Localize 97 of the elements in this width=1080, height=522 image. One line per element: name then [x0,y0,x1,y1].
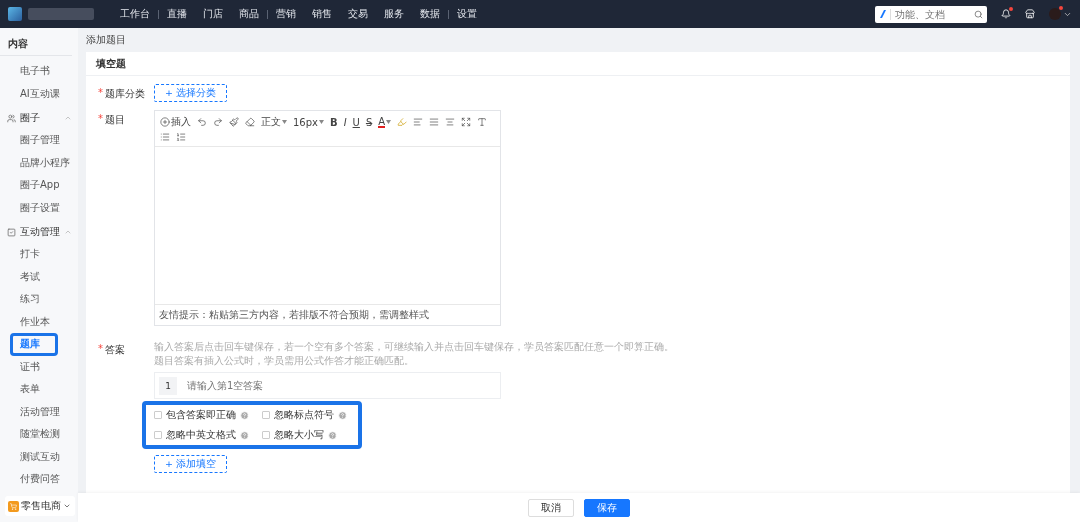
nav-link[interactable]: 营销 [268,7,304,21]
insert-button[interactable]: 插入 [160,115,191,129]
highlighter-icon[interactable] [397,117,408,127]
sidebar-item[interactable]: 付费问答 [0,468,78,491]
help-icon [328,430,337,440]
field-label: 题库分类 [105,87,146,101]
required-mark: * [98,112,103,124]
nav-link[interactable]: 直播 [159,7,195,21]
answer-field[interactable]: 1 请输入第1空答案 [154,372,501,399]
sidebar-item[interactable]: 表单 [0,378,78,401]
checkbox[interactable] [154,411,162,419]
sidebar-heading: 内容 [0,28,72,56]
store-switcher[interactable]: 零售电商 [5,496,75,516]
nav-link[interactable]: 门店 [195,7,231,21]
font-size-dropdown[interactable]: 16px [293,116,324,128]
nav-link[interactable]: 服务 [376,7,412,21]
nav-link[interactable]: 数据 [412,7,448,21]
field-label: 答案 [105,343,126,357]
caret-icon [319,120,324,124]
sidebar-item[interactable]: 考试 [0,265,78,288]
option-checkbox[interactable]: 忽略大小写 [262,428,354,442]
sidebar-item[interactable]: 圈子管理 [0,129,78,152]
save-button[interactable]: 保存 [584,498,630,517]
sidebar-item[interactable]: 随堂检测 [0,423,78,446]
numbered-list-icon[interactable] [176,132,186,142]
sidebar-item[interactable]: 作业本 [0,310,78,333]
sidebar-item[interactable]: 圈子App [0,174,78,197]
sidebar-item[interactable]: 证书 [0,355,78,378]
font-color-button[interactable]: A [378,116,392,128]
add-blank-button[interactable]: + 添加填空 [154,455,227,473]
bell-icon[interactable] [1001,9,1011,19]
search-field[interactable]: 功能、文档 [875,5,987,23]
underline-button[interactable]: U [352,116,360,128]
blank-number: 1 [159,376,177,395]
cancel-button[interactable]: 取消 [528,498,574,517]
sidebar-item[interactable]: AI互动课 [0,82,78,105]
nav-link[interactable]: 设置 [449,7,485,21]
required-mark: * [98,342,103,354]
sidebar-item[interactable]: 品牌小程序 [0,151,78,174]
search-icon [974,9,983,19]
logo-icon [8,7,22,21]
line-height-icon[interactable] [445,117,456,127]
align-left-icon[interactable] [413,117,424,127]
nav-link[interactable]: 工作台 [112,7,158,21]
editor-hint: 友情提示：粘贴第三方内容，若排版不符合预期，需调整样式 [155,304,500,325]
cart-icon [8,500,19,512]
caret-icon [282,120,287,124]
eraser-icon[interactable] [245,117,255,127]
fullscreen-icon[interactable] [461,117,472,127]
people-icon [7,113,16,123]
checkbox[interactable] [154,431,162,439]
rich-text-editor[interactable]: 插入 正文 16px B I U S A 友情提示：粘贴第三方内容，若排版不符合预期，需调整样式 [154,110,501,326]
strikethrough-button[interactable]: S [365,116,373,128]
option-checkbox[interactable]: 忽略标点符号 [262,408,354,422]
plus-circle-icon [160,117,170,127]
field-label: 题目 [105,113,126,127]
indent-icon[interactable] [429,117,440,127]
text-style-icon[interactable] [477,117,488,127]
help-icon [240,410,249,420]
sidebar-item[interactable]: 题库 [10,333,58,356]
redacted-name [28,8,94,20]
chevron-up-icon [64,114,72,122]
paragraph-dropdown[interactable]: 正文 [261,115,287,129]
caret-icon [386,120,392,124]
brush-icon[interactable] [229,117,239,127]
option-checkbox[interactable]: 忽略中英文格式 [154,428,262,442]
nav-link[interactable]: 销售 [304,7,340,21]
italic-button[interactable]: I [343,116,347,128]
sidebar-group[interactable]: 互动管理 [0,221,78,243]
answer-hint: 题目答案有插入公式时，学员需用公式作答才能正确匹配。 [154,354,415,368]
checkbox-icon [7,227,16,237]
chevron-up-icon [64,228,72,236]
option-checkbox[interactable]: 包含答案即正确 [154,408,262,422]
bold-button[interactable]: B [330,116,338,128]
breadcrumb: 添加题目 [85,33,127,47]
redo-icon[interactable] [213,117,223,127]
logo-icon [879,10,886,18]
sidebar-item[interactable]: 测试互动 [0,445,78,468]
select-category-button[interactable]: + 选择分类 [154,84,227,102]
bullet-list-icon[interactable] [160,132,170,142]
nav-link[interactable]: 商品 [231,7,267,21]
card-title: 填空题 [86,52,1070,76]
help-icon [338,410,347,420]
undo-icon[interactable] [197,117,207,127]
checkbox[interactable] [262,431,270,439]
sidebar-item[interactable]: 打卡 [0,243,78,266]
sidebar-group[interactable]: 圈子 [0,107,78,129]
help-icon [240,430,249,440]
sidebar-item[interactable]: 圈子设置 [0,196,78,219]
store-icon[interactable] [1025,9,1035,19]
required-mark: * [98,86,103,98]
nav-link[interactable]: 交易 [340,7,376,21]
sidebar-item[interactable]: 电子书 [0,60,78,83]
checkbox[interactable] [262,411,270,419]
sidebar-item[interactable]: 活动管理 [0,400,78,423]
sidebar-item[interactable]: 练习 [0,288,78,311]
chevron-down-icon [63,502,71,510]
